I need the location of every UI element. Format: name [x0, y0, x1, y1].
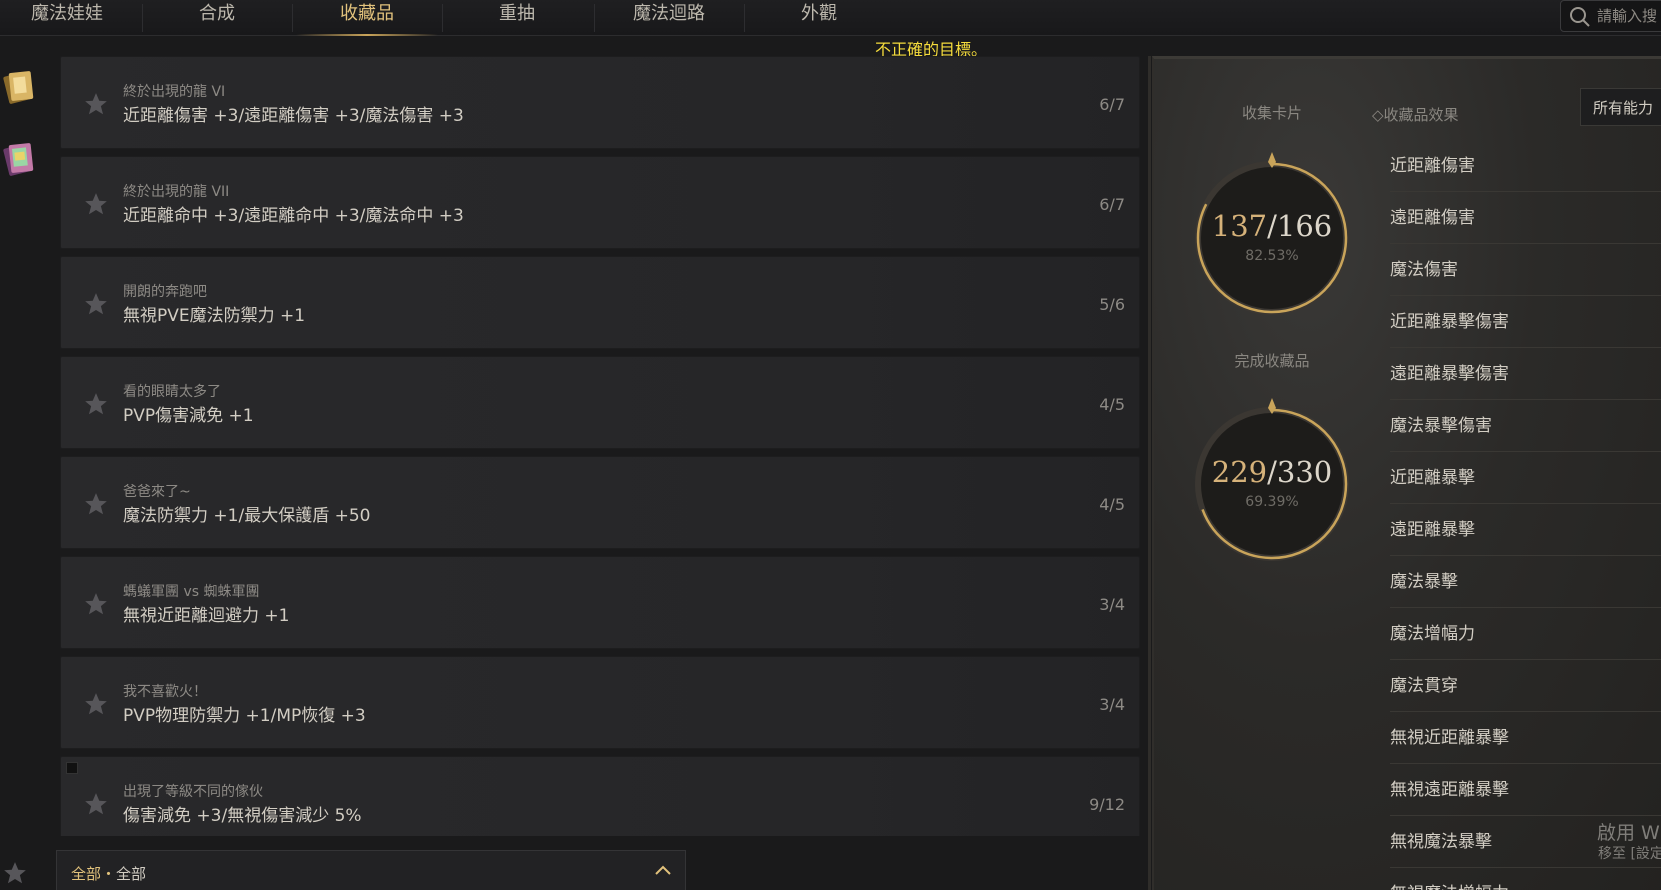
- collection-effect: 魔法防禦力 +1/最大保護盾 +50: [123, 506, 371, 526]
- panel-divider: [1148, 56, 1151, 890]
- effect-stat-item: 魔法暴擊: [1390, 556, 1661, 608]
- filter-dropdown[interactable]: 全部・全部: [56, 850, 686, 890]
- collection-count: 6/7: [1099, 195, 1125, 214]
- favorite-star-icon[interactable]: [83, 391, 109, 417]
- effect-stat-item: 無視近距離暴擊: [1390, 712, 1661, 764]
- cards-percent: 82.53%: [1245, 248, 1299, 264]
- collection-list: 終於出現的龍 VI 近距離傷害 +3/遠距離傷害 +3/魔法傷害 +3 6/7 …: [60, 56, 1140, 836]
- collection-title: 終於出現的龍 VI: [123, 84, 226, 100]
- card-deck-gold-icon[interactable]: [2, 66, 38, 106]
- effect-stat-item: 遠距離暴擊: [1390, 504, 1661, 556]
- top-nav: 魔法娃娃 合成 收藏品 重抽 魔法迴路 外觀: [0, 0, 1661, 36]
- collection-title: 終於出現的龍 VII: [123, 184, 230, 200]
- collection-effect: 無視PVE魔法防禦力 +1: [123, 306, 306, 326]
- collection-count: 4/5: [1099, 395, 1125, 414]
- effect-stat-item: 近距離傷害: [1390, 140, 1661, 192]
- collection-row[interactable]: 看的眼睛太多了 PVP傷害減免 +1 4/5: [60, 356, 1140, 449]
- effect-stat-item: 遠距離暴擊傷害: [1390, 348, 1661, 400]
- effect-stat-item: 魔法貫穿: [1390, 660, 1661, 712]
- collection-count: 6/7: [1099, 95, 1125, 114]
- effect-stat-item: 近距離暴擊: [1390, 452, 1661, 504]
- tab-collection[interactable]: 收藏品: [292, 0, 442, 36]
- tab-magic-circuit[interactable]: 魔法迴路: [594, 0, 744, 36]
- collection-title: 我不喜歡火！: [123, 684, 207, 700]
- collection-title: 爸爸來了~: [123, 484, 191, 500]
- completed-got: 229: [1211, 455, 1268, 489]
- filter-label: 全部・全部: [71, 863, 146, 884]
- collection-title: 看的眼睛太多了: [123, 384, 221, 400]
- effect-stat-item: 近距離暴擊傷害: [1390, 296, 1661, 348]
- effect-stat-item: 魔法暴擊傷害: [1390, 400, 1661, 452]
- collection-title: 螞蟻軍團 vs 蜘蛛軍團: [123, 584, 260, 600]
- cards-count: 137/166: [1172, 209, 1372, 243]
- favorite-star-icon[interactable]: [83, 291, 109, 317]
- diamond-icon: ◇: [1372, 106, 1384, 124]
- all-abilities-dropdown[interactable]: 所有能力: [1580, 88, 1661, 126]
- windows-activation-sub: 移至 [設定: [1598, 846, 1661, 862]
- collection-count: 5/6: [1099, 295, 1125, 314]
- collection-effect: 傷害減免 +3/無視傷害減少 5%: [123, 806, 362, 826]
- card-deck-rainbow-icon[interactable]: [2, 138, 38, 178]
- effect-stat-item: 魔法傷害: [1390, 244, 1661, 296]
- tab-synthesis[interactable]: 合成: [142, 0, 292, 36]
- search-icon[interactable]: [1569, 6, 1591, 28]
- search-input[interactable]: [1597, 4, 1661, 28]
- collection-effect: 近距離傷害 +3/遠距離傷害 +3/魔法傷害 +3: [123, 106, 464, 126]
- tab-collection-effects[interactable]: ◇收藏品效果: [1372, 104, 1459, 125]
- completed-percent: 69.39%: [1245, 494, 1299, 510]
- effect-stat-item: 無視魔法增幅力: [1390, 868, 1661, 890]
- favorite-star-icon[interactable]: [83, 591, 109, 617]
- cards-total: /166: [1267, 209, 1333, 243]
- tab-magic-doll[interactable]: 魔法娃娃: [0, 0, 142, 36]
- effect-stat-item: 無視遠距離暴擊: [1390, 764, 1661, 816]
- collection-row[interactable]: 出現了等級不同的傢伙 傷害減免 +3/無視傷害減少 5% 9/12: [60, 756, 1140, 836]
- filter-separator: ・: [101, 865, 117, 883]
- tab-appearance[interactable]: 外觀: [744, 0, 894, 36]
- collection-row[interactable]: 螞蟻軍團 vs 蜘蛛軍團 無視近距離迴避力 +1 3/4: [60, 556, 1140, 649]
- collection-row[interactable]: 我不喜歡火！ PVP物理防禦力 +1/MP恢復 +3 3/4: [60, 656, 1140, 749]
- collection-effect: 無視近距離迴避力 +1: [123, 606, 290, 626]
- completed-count: 229/330: [1172, 455, 1372, 489]
- collection-row[interactable]: 爸爸來了~ 魔法防禦力 +1/最大保護盾 +50 4/5: [60, 456, 1140, 549]
- tab-reroll[interactable]: 重抽: [442, 0, 592, 36]
- collection-row[interactable]: 終於出現的龍 VII 近距離命中 +3/遠距離命中 +3/魔法命中 +3 6/7: [60, 156, 1140, 249]
- collection-count: 9/12: [1089, 795, 1125, 814]
- filter-first: 全部: [71, 865, 102, 883]
- collection-effect: PVP傷害減免 +1: [123, 406, 254, 426]
- row-marker: [66, 762, 78, 774]
- collection-row[interactable]: 終於出現的龍 VI 近距離傷害 +3/遠距離傷害 +3/魔法傷害 +3 6/7: [60, 56, 1140, 149]
- filter-second: 全部: [116, 865, 147, 883]
- effects-tab-label: 收藏品效果: [1383, 106, 1459, 124]
- collection-count: 3/4: [1099, 695, 1125, 714]
- collection-effect: PVP物理防禦力 +1/MP恢復 +3: [123, 706, 366, 726]
- search-box[interactable]: [1560, 0, 1661, 32]
- cards-stat-label: 收集卡片: [1241, 104, 1302, 122]
- favorite-star-icon[interactable]: [83, 91, 109, 117]
- collection-count: 3/4: [1099, 595, 1125, 614]
- effect-stat-item: 魔法增幅力: [1390, 608, 1661, 660]
- favorite-star-icon[interactable]: [83, 791, 109, 817]
- collection-title: 開朗的奔跑吧: [123, 284, 207, 300]
- chevron-up-icon[interactable]: [653, 863, 673, 877]
- collection-effect: 近距離命中 +3/遠距離命中 +3/魔法命中 +3: [123, 206, 464, 226]
- favorite-star-icon[interactable]: [83, 491, 109, 517]
- completed-stat-label: 完成收藏品: [1234, 352, 1310, 370]
- completed-total: /330: [1267, 455, 1333, 489]
- favorites-filter-star-icon[interactable]: [2, 860, 28, 886]
- favorite-star-icon[interactable]: [83, 691, 109, 717]
- collection-title: 出現了等級不同的傢伙: [123, 784, 263, 800]
- cards-got: 137: [1211, 209, 1268, 243]
- effect-stat-item: 遠距離傷害: [1390, 192, 1661, 244]
- windows-activation-title: 啟用 W: [1597, 822, 1660, 844]
- collection-count: 4/5: [1099, 495, 1125, 514]
- favorite-star-icon[interactable]: [83, 191, 109, 217]
- collection-row[interactable]: 開朗的奔跑吧 無視PVE魔法防禦力 +1 5/6: [60, 256, 1140, 349]
